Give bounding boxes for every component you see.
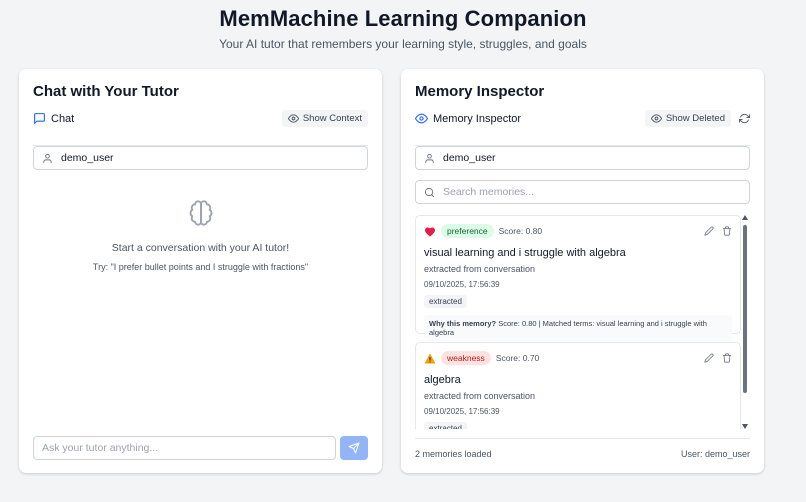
show-context-button[interactable]: Show Context bbox=[281, 110, 368, 127]
memory-content: algebra bbox=[424, 374, 461, 386]
search-memories-placeholder: Search memories... bbox=[443, 186, 535, 198]
tab-memory-inspector-label: Memory Inspector bbox=[433, 112, 522, 125]
show-deleted-button[interactable]: Show Deleted bbox=[644, 110, 731, 127]
memory-tag: extracted bbox=[424, 295, 467, 308]
page-title: MemMachine Learning Companion bbox=[219, 6, 587, 31]
chat-message-input[interactable]: Ask your tutor anything... bbox=[33, 436, 336, 460]
memory-type-badge: weakness bbox=[441, 351, 491, 365]
search-memories-input[interactable]: Search memories... bbox=[415, 180, 750, 204]
memory-content: visual learning and i struggle with alge… bbox=[424, 247, 626, 259]
tab-chat-label: Chat bbox=[51, 112, 75, 125]
inspector-user-value: demo_user bbox=[443, 152, 496, 164]
chat-bubble-icon bbox=[33, 112, 46, 125]
heart-icon bbox=[424, 226, 436, 237]
scroll-thumb[interactable] bbox=[743, 225, 747, 393]
send-icon bbox=[348, 442, 360, 454]
user-icon bbox=[424, 153, 435, 164]
empty-message: Start a conversation with your AI tutor! bbox=[111, 242, 290, 254]
memory-type-badge: preference bbox=[441, 224, 494, 238]
memory-tag: extracted bbox=[424, 422, 467, 429]
memory-item: preference Score: 0.80 visual learning a… bbox=[415, 215, 741, 341]
chat-tab-row: Chat Show Context bbox=[33, 110, 368, 146]
trash-icon[interactable] bbox=[722, 353, 732, 363]
memory-list: preference Score: 0.80 visual learning a… bbox=[415, 213, 750, 429]
memory-timestamp: 09/10/2025, 17:56:39 bbox=[424, 280, 500, 289]
memory-count: 2 memories loaded bbox=[415, 449, 492, 459]
memory-item: weakness Score: 0.70 algebra extracted f… bbox=[415, 342, 741, 429]
warning-icon bbox=[424, 353, 436, 364]
memory-inspector-panel: Memory Inspector Memory Inspector Show D… bbox=[401, 69, 764, 473]
chat-user-field[interactable]: demo_user bbox=[33, 146, 368, 170]
chat-message-placeholder: Ask your tutor anything... bbox=[42, 442, 159, 454]
memory-list-scrollbar[interactable] bbox=[742, 215, 750, 429]
user-icon bbox=[42, 153, 53, 164]
empty-hint: Try: "I prefer bullet points and I strug… bbox=[92, 262, 309, 272]
edit-icon[interactable] bbox=[704, 226, 714, 236]
search-icon bbox=[424, 187, 435, 198]
show-deleted-label: Show Deleted bbox=[665, 113, 725, 124]
memory-timestamp: 09/10/2025, 17:56:39 bbox=[424, 407, 500, 416]
trash-icon[interactable] bbox=[722, 226, 732, 236]
refresh-icon[interactable] bbox=[739, 113, 750, 124]
eye-icon bbox=[650, 113, 662, 124]
inspector-user-field[interactable]: demo_user bbox=[415, 146, 750, 170]
inspector-footer: 2 memories loaded User: demo_user bbox=[415, 438, 750, 459]
tab-memory-inspector[interactable]: Memory Inspector bbox=[415, 112, 521, 125]
show-context-label: Show Context bbox=[302, 113, 362, 124]
page-subtitle: Your AI tutor that remembers your learni… bbox=[219, 37, 587, 51]
scroll-down-arrow[interactable] bbox=[742, 424, 748, 429]
why-this-memory: Why this memory? Score: 0.80 | Matched t… bbox=[424, 315, 732, 341]
footer-user: User: demo_user bbox=[680, 449, 750, 459]
memory-source: extracted from conversation bbox=[424, 264, 536, 274]
inspector-tab-row: Memory Inspector Show Deleted bbox=[415, 110, 750, 146]
brain-icon bbox=[187, 199, 215, 227]
tab-chat[interactable]: Chat bbox=[33, 112, 74, 125]
memory-score: Score: 0.80 bbox=[498, 226, 543, 236]
memory-score: Score: 0.70 bbox=[495, 353, 540, 363]
page-header: MemMachine Learning Companion Your AI tu… bbox=[0, 0, 806, 51]
inspector-panel-title: Memory Inspector bbox=[415, 83, 545, 100]
why-label: Why this memory? bbox=[429, 319, 497, 328]
memory-source: extracted from conversation bbox=[424, 391, 536, 401]
eye-icon bbox=[415, 112, 428, 125]
edit-icon[interactable] bbox=[704, 353, 714, 363]
scroll-up-arrow[interactable] bbox=[742, 215, 748, 220]
chat-panel-title: Chat with Your Tutor bbox=[33, 83, 179, 100]
eye-icon bbox=[287, 113, 299, 124]
chat-panel: Chat with Your Tutor Chat Show Context d… bbox=[19, 69, 382, 473]
chat-user-value: demo_user bbox=[61, 152, 114, 164]
send-button[interactable] bbox=[340, 436, 368, 460]
chat-empty-state: Start a conversation with your AI tutor!… bbox=[19, 199, 382, 272]
